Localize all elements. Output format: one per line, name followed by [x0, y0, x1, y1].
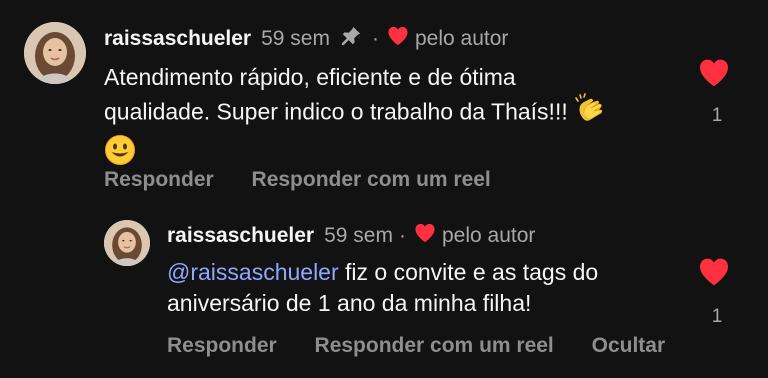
author-like-label: pelo autor — [414, 27, 509, 50]
reply-with-reel-button[interactable]: Responder com um reel — [315, 334, 554, 357]
timestamp: 59 sem — [324, 224, 393, 247]
like-heart-icon[interactable] — [692, 58, 736, 93]
reply-with-reel-button[interactable]: Responder com um reel — [252, 168, 491, 191]
avatar[interactable] — [24, 22, 86, 84]
reply-comment: raissaschueler 59 sem · pelo autor @rais… — [0, 200, 768, 378]
clapping-hands-icon — [574, 93, 608, 134]
separator-dot: · — [371, 27, 379, 50]
separator-dot: · — [398, 224, 406, 247]
avatar-image — [104, 220, 150, 266]
like-heart-icon[interactable] — [692, 257, 736, 292]
avatar-image — [24, 22, 86, 84]
like-control: 1 — [692, 257, 736, 328]
mention-link[interactable]: @raissaschueler — [167, 259, 339, 285]
reply-text: @raissaschueler fiz o convite e as tags … — [167, 257, 667, 319]
author-heart-icon — [414, 223, 436, 249]
like-control: 1 — [692, 58, 736, 127]
reply-actions: Responder Responder com um reel Ocultar — [167, 334, 665, 358]
comment: raissaschueler 59 sem · pelo autor Atend… — [0, 0, 768, 200]
like-count: 1 — [711, 105, 723, 126]
username[interactable]: raissaschueler — [167, 224, 314, 248]
comment-header: raissaschueler 59 sem · pelo autor — [104, 26, 508, 52]
comment-text: Atendimento rápido, eficiente e de ótima… — [104, 62, 624, 175]
like-count: 1 — [711, 306, 723, 327]
reply-header: raissaschueler 59 sem · pelo autor — [167, 223, 535, 249]
author-like-label: pelo autor — [441, 224, 536, 247]
author-heart-icon — [387, 26, 409, 52]
comment-actions: Responder Responder com um reel — [104, 168, 523, 192]
avatar[interactable] — [104, 220, 150, 266]
hide-button[interactable]: Ocultar — [592, 334, 666, 357]
pin-icon — [340, 25, 362, 53]
reply-button[interactable]: Responder — [167, 334, 277, 357]
comment-body: Atendimento rápido, eficiente e de ótima… — [104, 64, 568, 125]
reply-button[interactable]: Responder — [104, 168, 214, 191]
timestamp: 59 sem — [261, 27, 330, 50]
username[interactable]: raissaschueler — [104, 27, 251, 51]
